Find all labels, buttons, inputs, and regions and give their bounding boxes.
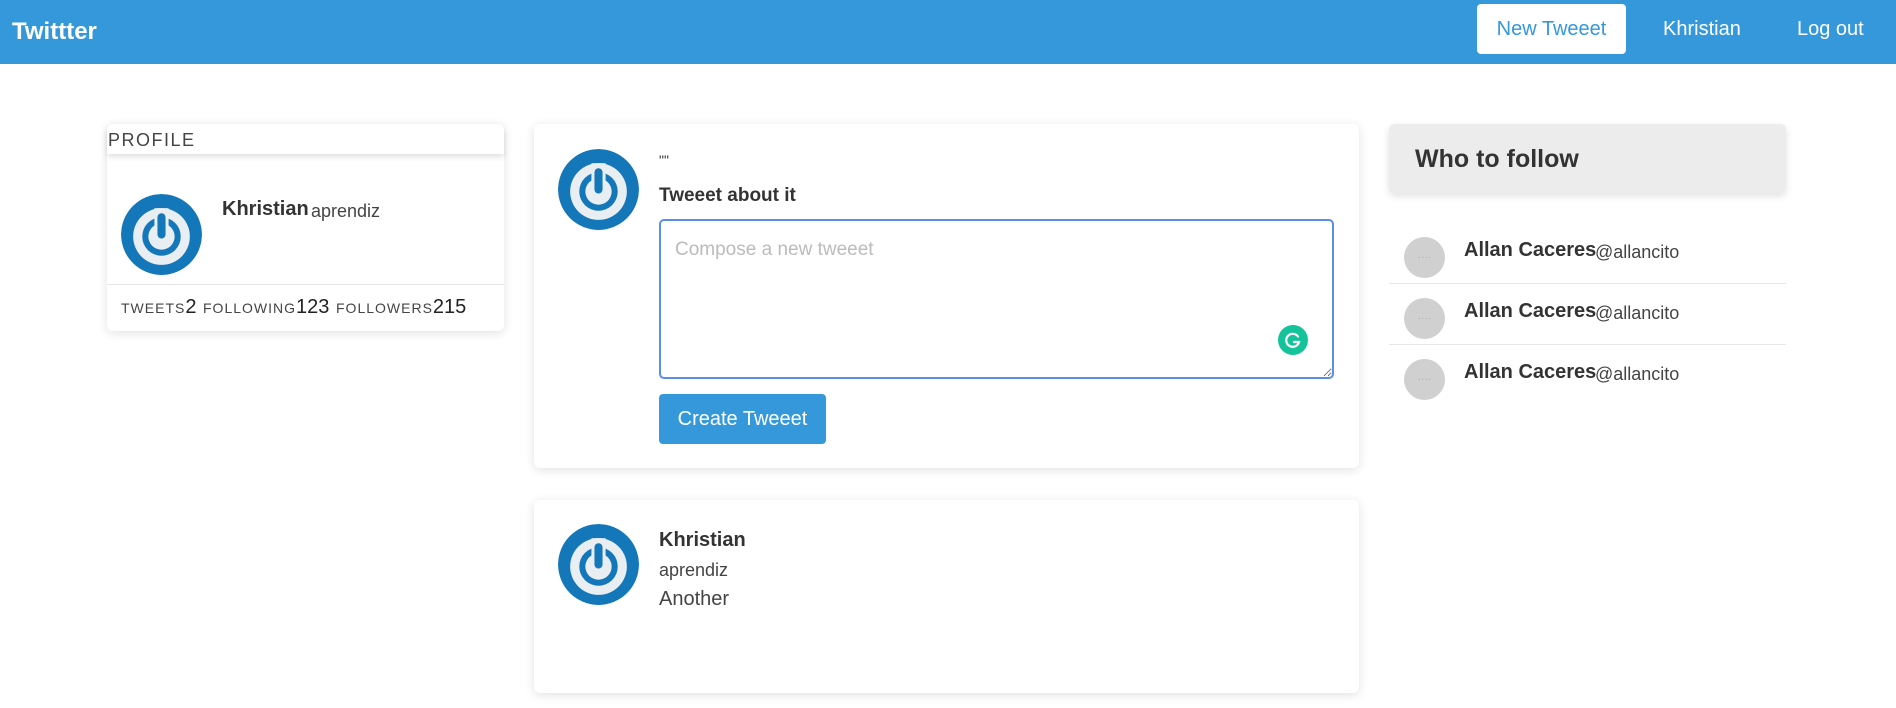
- grammarly-icon[interactable]: [1278, 325, 1308, 355]
- follow-suggestion[interactable]: ···· Allan Caceres @allancito: [1389, 223, 1786, 284]
- power-avatar-icon: [558, 149, 639, 230]
- profile-handle: aprendiz: [311, 201, 381, 221]
- stat-followers[interactable]: FOLLOWERS 215: [336, 296, 466, 319]
- create-tweet-button[interactable]: Create Tweeet: [659, 394, 826, 444]
- profile-card-header: PROFILE: [107, 124, 504, 154]
- power-avatar-icon: [121, 194, 202, 275]
- tweet-author-name[interactable]: Khristian: [659, 529, 746, 552]
- follow-handle: @allancito: [1595, 303, 1680, 323]
- follow-suggestion[interactable]: ···· Allan Caceres @allancito: [1389, 284, 1786, 345]
- profile-card: PROFILE Khristian aprendiz TWEETS 2 FOLL…: [107, 124, 504, 331]
- avatar-placeholder-icon: ····: [1404, 298, 1445, 339]
- stat-value: 123: [296, 296, 330, 318]
- divider: [107, 284, 504, 285]
- avatar-placeholder-icon: ····: [1404, 359, 1445, 400]
- avatar-placeholder-icon: ····: [1404, 237, 1445, 278]
- stat-tweets[interactable]: TWEETS 2: [121, 296, 196, 319]
- compose-label: Tweeet about it: [659, 185, 796, 206]
- follow-handle: @allancito: [1595, 364, 1680, 384]
- compose-card: "" Tweeet about it Create Tweeet: [534, 124, 1359, 468]
- compose-quote-text: "": [659, 152, 669, 168]
- who-to-follow-header: Who to follow: [1389, 124, 1786, 193]
- stat-label: FOLLOWING: [203, 300, 297, 316]
- tweet-author-handle: aprendiz: [659, 560, 729, 580]
- follow-name[interactable]: Allan Caceres: [1464, 239, 1596, 262]
- who-to-follow-title: Who to follow: [1415, 145, 1579, 173]
- stat-value: 215: [432, 296, 467, 318]
- stat-value: 2: [185, 296, 197, 318]
- tweet-text: Another: [659, 588, 730, 610]
- power-avatar-icon: [558, 524, 639, 605]
- follow-suggestion[interactable]: ···· Allan Caceres @allancito: [1389, 345, 1786, 406]
- stat-label: TWEETS: [121, 300, 186, 316]
- stat-following[interactable]: FOLLOWING 123: [203, 296, 329, 319]
- follow-name[interactable]: Allan Caceres: [1464, 361, 1596, 384]
- new-tweet-button[interactable]: New Tweeet: [1477, 4, 1626, 54]
- stat-label: FOLLOWERS: [336, 300, 433, 316]
- tweet-compose-input[interactable]: [659, 219, 1334, 379]
- nav-user-link[interactable]: Khristian: [1663, 18, 1741, 41]
- profile-title: PROFILE: [108, 130, 196, 150]
- logout-link[interactable]: Log out: [1797, 18, 1864, 41]
- navbar: Twittter New Tweeet Khristian Log out: [0, 0, 1896, 64]
- follow-name[interactable]: Allan Caceres: [1464, 300, 1596, 323]
- brand-logo[interactable]: Twittter: [12, 18, 97, 46]
- follow-handle: @allancito: [1595, 242, 1680, 262]
- profile-name[interactable]: Khristian: [222, 198, 309, 221]
- tweet-card: Khristian aprendiz Another: [534, 500, 1359, 693]
